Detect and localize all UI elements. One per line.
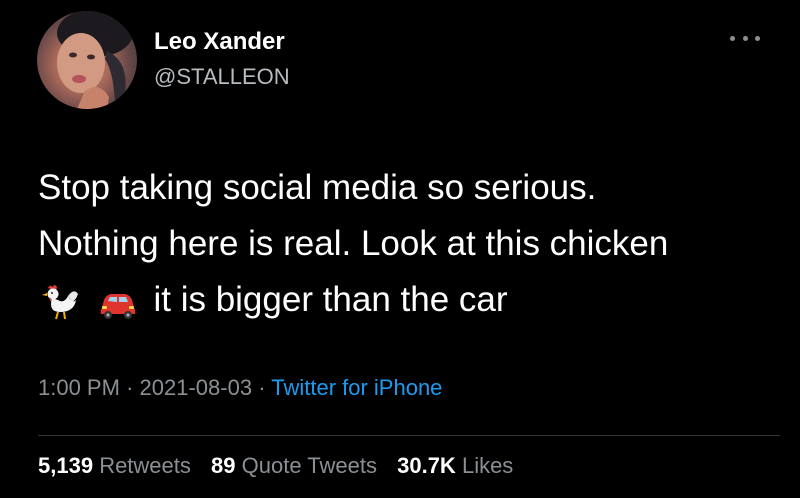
meta-separator: · — [126, 375, 134, 400]
tweet-line: Nothing here is real. Look at this chick… — [38, 224, 669, 263]
tweet-source-link[interactable]: Twitter for iPhone — [271, 375, 442, 400]
tweet-text: Stop taking social media so serious. Not… — [38, 160, 778, 328]
tweet-line: Stop taking social media so serious. — [38, 168, 597, 207]
likes-count: 30.7K — [397, 453, 456, 478]
rooster-emoji-icon — [38, 282, 82, 322]
likes-stat[interactable]: 30.7K Likes — [397, 453, 513, 479]
tweet-date[interactable]: 2021-08-03 — [140, 375, 253, 400]
more-options-icon[interactable] — [730, 28, 760, 48]
tweet-line: it is bigger than the car — [153, 280, 508, 319]
tweet-line-with-emoji: it is bigger than the car — [38, 272, 778, 328]
tweet-meta: 1:00 PM · 2021-08-03 · Twitter for iPhon… — [38, 375, 442, 401]
meta-separator: · — [258, 375, 266, 400]
tweet-time[interactable]: 1:00 PM — [38, 375, 120, 400]
tweet-stats: 5,139 Retweets 89 Quote Tweets 30.7K Lik… — [38, 453, 527, 479]
avatar-photo-icon — [57, 11, 133, 109]
display-name[interactable]: Leo Xander — [154, 28, 285, 56]
quote-tweets-count: 89 — [211, 453, 236, 478]
user-handle[interactable]: @STALLEON — [154, 64, 290, 90]
retweets-count: 5,139 — [38, 453, 94, 478]
quote-tweets-label: Quote Tweets — [241, 453, 377, 478]
divider — [38, 435, 780, 436]
likes-label: Likes — [461, 453, 514, 478]
retweets-label: Retweets — [99, 453, 191, 478]
car-emoji-icon — [96, 282, 140, 322]
quote-tweets-stat[interactable]: 89 Quote Tweets — [211, 453, 377, 479]
avatar[interactable] — [37, 11, 137, 109]
retweets-stat[interactable]: 5,139 Retweets — [38, 453, 191, 479]
